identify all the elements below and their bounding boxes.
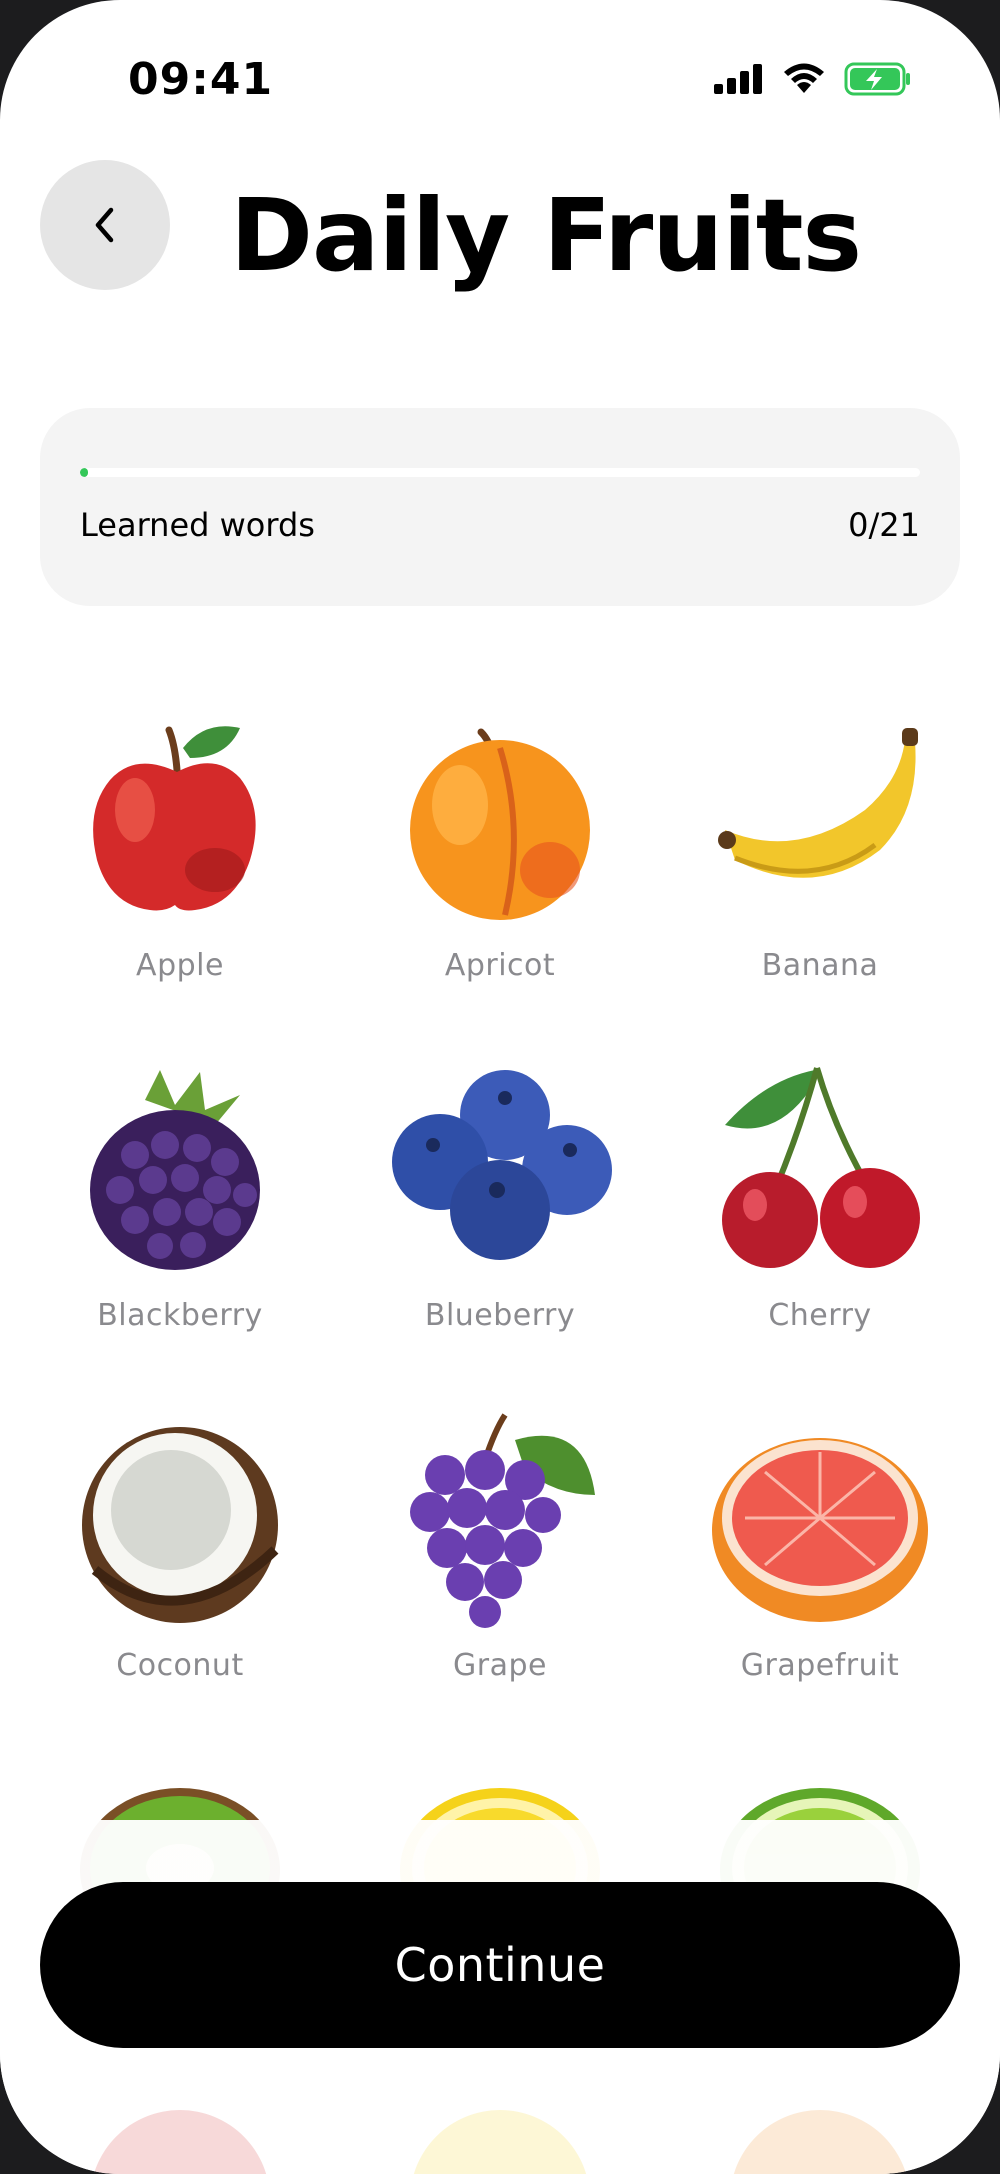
status-icons xyxy=(714,62,912,96)
grape-image xyxy=(410,1413,595,1628)
fruit-card-apricot[interactable]: Apricot xyxy=(340,700,660,1050)
progress-card: Learned words 0/21 xyxy=(40,408,960,606)
progress-bar xyxy=(80,468,920,477)
fruit-label: Apricot xyxy=(444,948,556,983)
fruit-card-blackberry[interactable]: Blackberry xyxy=(20,1050,340,1400)
grapefruit-image xyxy=(712,1438,928,1622)
apricot-image xyxy=(410,728,590,920)
fruit-card-banana[interactable]: Banana xyxy=(660,700,980,1050)
faded-fruit-shape xyxy=(730,2110,910,2174)
fruit-label: Banana xyxy=(761,948,879,983)
progress-label: Learned words xyxy=(80,506,315,544)
page-title: Daily Fruits xyxy=(230,177,862,294)
fruit-label: Grapefruit xyxy=(740,1648,900,1683)
fruit-label: Coconut xyxy=(116,1648,244,1683)
blackberry-image xyxy=(90,1070,260,1270)
blueberry-image xyxy=(392,1070,612,1260)
back-button[interactable] xyxy=(40,160,170,290)
fruit-card-apple[interactable]: Apple xyxy=(20,700,340,1050)
phone-screen: 09:41 Daily Fruits Learned words 0/21 Ap… xyxy=(0,0,1000,2174)
cellular-signal-icon xyxy=(714,64,762,94)
coconut-image xyxy=(82,1427,279,1623)
fruit-card-blueberry[interactable]: Blueberry xyxy=(340,1050,660,1400)
fruit-label: Blueberry xyxy=(424,1298,576,1333)
faded-fruit-shape xyxy=(90,2110,270,2174)
progress-count: 0/21 xyxy=(848,506,920,544)
status-time: 09:41 xyxy=(128,54,274,105)
faded-fruit-row xyxy=(20,2110,980,2174)
chevron-left-icon xyxy=(95,207,114,243)
banana-image xyxy=(718,728,918,878)
fruit-label: Cherry xyxy=(768,1298,872,1333)
progress-bar-fill xyxy=(80,468,89,477)
apple-image xyxy=(93,726,256,911)
cherry-image xyxy=(722,1067,920,1268)
battery-charging-icon xyxy=(844,62,910,96)
status-bar: 09:41 xyxy=(0,0,1000,140)
fruit-label: Grape xyxy=(453,1648,547,1683)
fruit-card-grapefruit[interactable]: Grapefruit xyxy=(660,1400,980,1750)
fruit-label: Blackberry xyxy=(97,1298,263,1333)
wifi-icon xyxy=(784,63,824,93)
continue-button[interactable]: Continue xyxy=(40,1882,960,2048)
fruit-card-grape[interactable]: Grape xyxy=(340,1400,660,1750)
fruit-card-coconut[interactable]: Coconut xyxy=(20,1400,340,1750)
fruit-label: Apple xyxy=(136,948,224,983)
faded-fruit-shape xyxy=(410,2110,590,2174)
fruit-card-cherry[interactable]: Cherry xyxy=(660,1050,980,1400)
